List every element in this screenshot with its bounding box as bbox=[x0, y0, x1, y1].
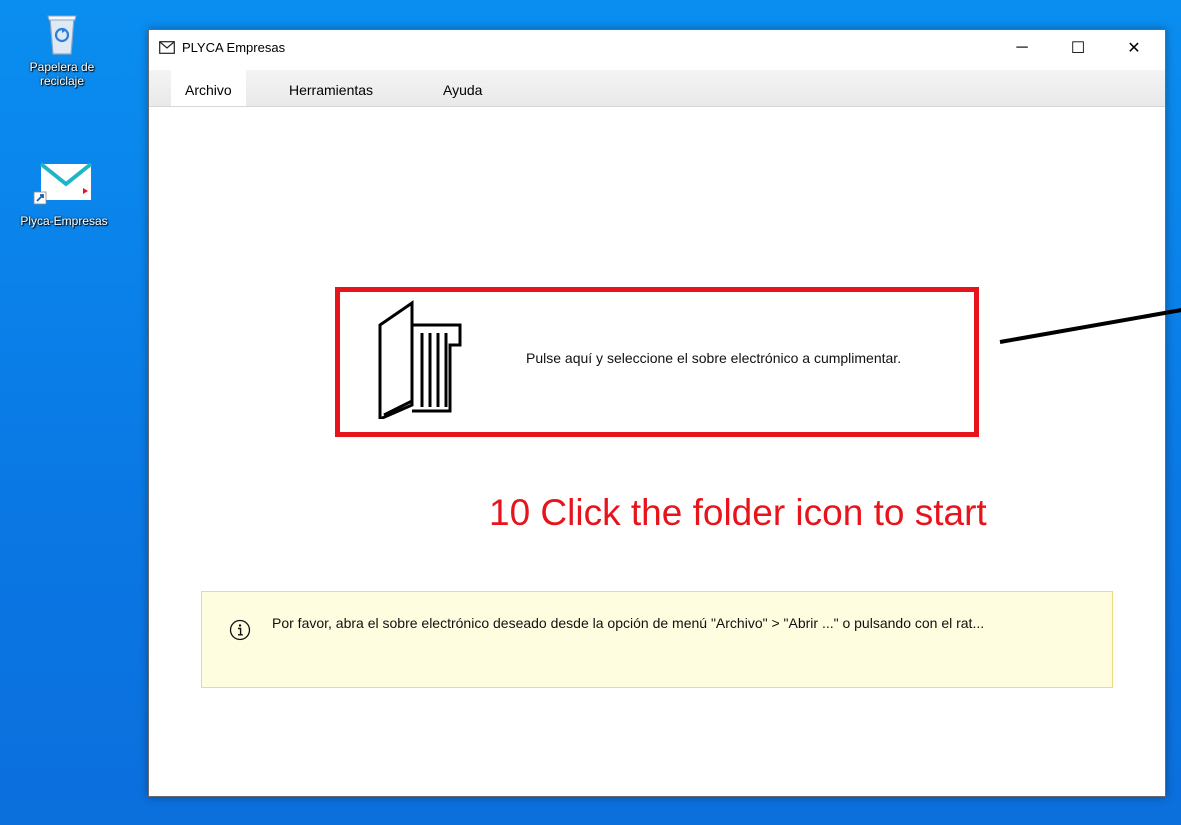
open-envelope-prompt[interactable]: Pulse aquí y seleccione el sobre electró… bbox=[526, 350, 901, 366]
maximize-icon: ☐ bbox=[1070, 40, 1086, 57]
recycle-bin-label-1: Papelera de bbox=[29, 60, 95, 74]
close-icon: ✕ bbox=[1127, 40, 1141, 57]
maximize-button[interactable]: ☐ bbox=[1055, 30, 1101, 66]
window-title: PLYCA Empresas bbox=[182, 40, 286, 55]
menu-herramientas[interactable]: Herramientas bbox=[275, 70, 387, 106]
open-folder-icon[interactable] bbox=[364, 297, 464, 424]
minimize-icon: ─ bbox=[1016, 39, 1028, 56]
menu-bar: Archivo Herramientas Ayuda bbox=[149, 70, 1165, 107]
menu-archivo[interactable]: Archivo bbox=[171, 70, 246, 106]
recycle-bin-label-2: reciclaje bbox=[39, 74, 84, 88]
desktop-icon-recycle-bin[interactable]: Papelera de reciclaje bbox=[12, 10, 112, 88]
window-titlebar[interactable]: PLYCA Empresas ─ ☐ ✕ bbox=[149, 30, 1165, 70]
open-envelope-area[interactable]: Pulse aquí y seleccione el sobre electró… bbox=[335, 287, 979, 437]
minimize-button[interactable]: ─ bbox=[999, 30, 1045, 66]
info-icon bbox=[229, 619, 251, 646]
close-button[interactable]: ✕ bbox=[1111, 30, 1157, 66]
recycle-bin-icon bbox=[44, 10, 80, 56]
plyca-shortcut-label: Plyca-Empresas bbox=[20, 214, 108, 228]
plyca-window: PLYCA Empresas ─ ☐ ✕ Archivo Herramienta… bbox=[148, 29, 1166, 797]
tutorial-caption: 10 Click the folder icon to start bbox=[489, 492, 987, 533]
info-message: Por favor, abra el sobre electrónico des… bbox=[272, 615, 985, 631]
envelope-shortcut-icon bbox=[33, 160, 95, 206]
menu-ayuda[interactable]: Ayuda bbox=[429, 70, 496, 106]
envelope-icon bbox=[159, 41, 175, 59]
info-banner: Por favor, abra el sobre electrónico des… bbox=[201, 591, 1113, 688]
desktop-icon-plyca-empresas[interactable]: Plyca-Empresas bbox=[8, 160, 120, 228]
